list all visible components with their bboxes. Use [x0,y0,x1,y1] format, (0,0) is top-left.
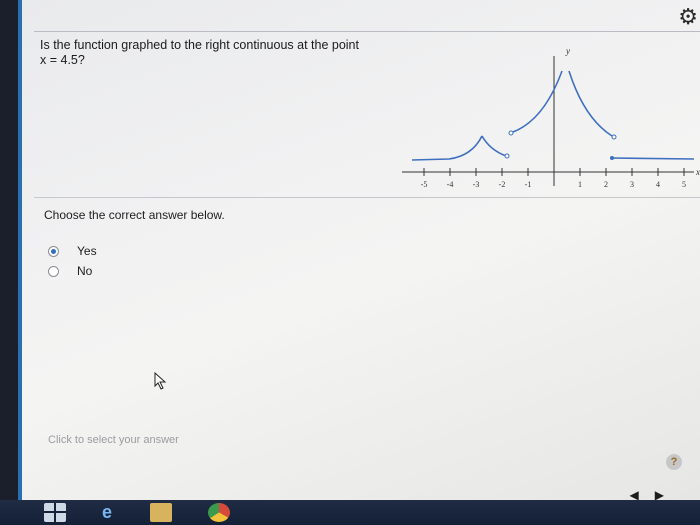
question-line-2: x = 4.5? [40,53,85,67]
open-point-3 [611,134,617,140]
radio-yes[interactable] [48,245,59,257]
help-icon[interactable]: ? [666,454,682,470]
cursor-arrow-icon [154,372,167,390]
x-tick-label: -5 [421,180,428,189]
taskbar: e [0,500,700,525]
x-axis-label: x [695,167,700,177]
x-tick-label: -4 [447,180,454,189]
curve-right [611,157,695,160]
file-explorer-icon[interactable] [150,503,172,522]
curve-left [411,135,483,161]
question-line-1: Is the function graphed to the right con… [40,38,359,52]
option-yes[interactable]: Yes [48,244,97,258]
x-tick-label: 4 [656,180,660,189]
x-tick-label: -2 [499,180,506,189]
x-tick-label: -3 [473,180,480,189]
gear-icon[interactable]: ⚙ [678,6,698,28]
x-tick-label: -1 [525,180,532,189]
x-tick-label: 5 [682,180,686,189]
curve-left-dip [481,135,507,157]
option-no-label: No [77,264,93,278]
chrome-icon[interactable] [208,503,230,522]
y-axis-label: y [565,46,570,56]
option-yes-label: Yes [77,244,97,258]
function-graph: y x -5 -4 -3 -2 -1 1 2 3 4 5 [402,46,700,189]
top-divider [34,31,700,32]
section-divider [34,197,700,198]
option-no[interactable]: No [48,264,92,278]
open-point-1 [504,153,510,159]
x-tick-label: 3 [630,180,634,189]
question-panel: ⚙ Is the function graphed to the right c… [18,0,700,502]
x-tick-label: 1 [578,180,582,189]
windows-start-icon[interactable] [44,503,66,522]
question-text: Is the function graphed to the right con… [40,38,400,68]
status-text: Click to select your answer [48,434,179,446]
radio-no[interactable] [48,265,59,277]
x-tick-label: 2 [604,180,608,189]
open-point-2 [508,130,514,136]
curve-fall [568,70,613,137]
curve-rise [512,70,563,133]
answer-prompt: Choose the correct answer below. [44,208,225,222]
edge-browser-icon[interactable]: e [96,503,118,522]
x-axis-ticks: -5 -4 -3 -2 -1 1 2 3 4 5 [421,168,686,189]
